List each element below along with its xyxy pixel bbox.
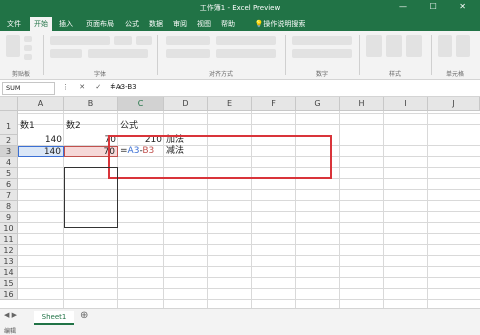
tab-view[interactable]: 视图 (194, 17, 214, 31)
col-header-d[interactable]: D (164, 97, 208, 111)
ribbon: 剪贴板 字体 对齐方式 数字 样式 单元格 (0, 31, 480, 80)
tab-home[interactable]: 开始 (30, 17, 52, 31)
cell-c1[interactable]: 公式 (118, 119, 164, 135)
cut-icon[interactable] (24, 36, 32, 42)
tab-formulas[interactable]: 公式 (122, 17, 142, 31)
col-header-f[interactable]: F (252, 97, 296, 111)
bold-italic-underline[interactable] (50, 49, 82, 58)
col-header-i[interactable]: I (384, 97, 428, 111)
number-format-icons[interactable] (292, 49, 352, 58)
tell-me-search[interactable]: 💡操作说明搜索 (244, 17, 316, 31)
col-header-b[interactable]: B (64, 97, 118, 111)
format-as-table-icon[interactable] (386, 35, 402, 57)
insert-cells-icon[interactable] (438, 35, 452, 57)
font-size-select[interactable] (114, 36, 132, 45)
highlight-annotation-box (108, 135, 332, 179)
cell-a2[interactable]: 140 (18, 135, 64, 146)
sheet-tab-bar: ◀ ▶ Sheet1 ⊕ 编辑 (0, 308, 480, 335)
cell-a3[interactable]: 140 (18, 146, 64, 157)
formula-bar: SUM ⋮ ✕ ✓ fx =A3-B3 (0, 80, 480, 97)
group-cells: 单元格 (445, 71, 464, 78)
tab-help[interactable]: 帮助 (218, 17, 238, 31)
cell-a1[interactable]: 数1 (18, 119, 64, 135)
name-box[interactable]: SUM (2, 82, 55, 95)
window-controls[interactable]: — ☐ ✕ (399, 2, 476, 11)
add-sheet-icon[interactable]: ⊕ (80, 310, 88, 321)
font-grow-icon[interactable] (136, 36, 152, 45)
tab-page-layout[interactable]: 页面布局 (82, 17, 118, 31)
tab-data[interactable]: 数据 (146, 17, 166, 31)
sheet-nav-arrows[interactable]: ◀ ▶ (4, 311, 17, 319)
selection-outline (64, 167, 118, 228)
tab-review[interactable]: 审阅 (170, 17, 190, 31)
tell-me-label: 操作说明搜索 (263, 20, 306, 28)
group-alignment: 对齐方式 (208, 71, 233, 78)
col-header-g[interactable]: G (296, 97, 340, 111)
select-all-corner[interactable] (0, 97, 18, 111)
title-bar: 工作簿1 - Excel Preview — ☐ ✕ (0, 0, 480, 17)
col-header-a[interactable]: A (18, 97, 64, 111)
copy-icon[interactable] (24, 45, 32, 51)
cell-styles-icon[interactable] (406, 35, 422, 57)
number-format-select[interactable] (292, 36, 352, 45)
merge-center-button[interactable] (216, 49, 276, 58)
conditional-format-icon[interactable] (366, 35, 382, 57)
vertical-align-icons[interactable] (166, 36, 210, 45)
border-fill-color[interactable] (88, 49, 148, 58)
tab-insert[interactable]: 插入 (56, 17, 76, 31)
paste-icon[interactable] (6, 35, 20, 57)
cell-b1[interactable]: 数2 (64, 119, 118, 135)
wrap-text-button[interactable] (216, 36, 276, 45)
col-header-e[interactable]: E (208, 97, 252, 111)
col-header-c[interactable]: C (118, 97, 164, 111)
group-clipboard: 剪贴板 (11, 71, 30, 78)
format-painter-icon[interactable] (24, 54, 32, 60)
font-name-select[interactable] (50, 36, 110, 45)
tab-file[interactable]: 文件 (4, 17, 24, 31)
delete-cells-icon[interactable] (456, 35, 470, 57)
formula-input[interactable]: =A3-B3 (110, 83, 137, 91)
col-header-h[interactable]: H (340, 97, 384, 111)
group-styles: 样式 (388, 71, 401, 78)
group-number: 数字 (315, 71, 328, 78)
sheet-tab-sheet1[interactable]: Sheet1 (34, 311, 74, 325)
group-font: 字体 (93, 71, 106, 78)
col-header-j[interactable]: J (428, 97, 480, 111)
ribbon-tabs: 文件 开始 插入 页面布局 公式 数据 审阅 视图 帮助 💡操作说明搜索 (0, 17, 480, 31)
horizontal-align-icons[interactable] (166, 49, 210, 58)
